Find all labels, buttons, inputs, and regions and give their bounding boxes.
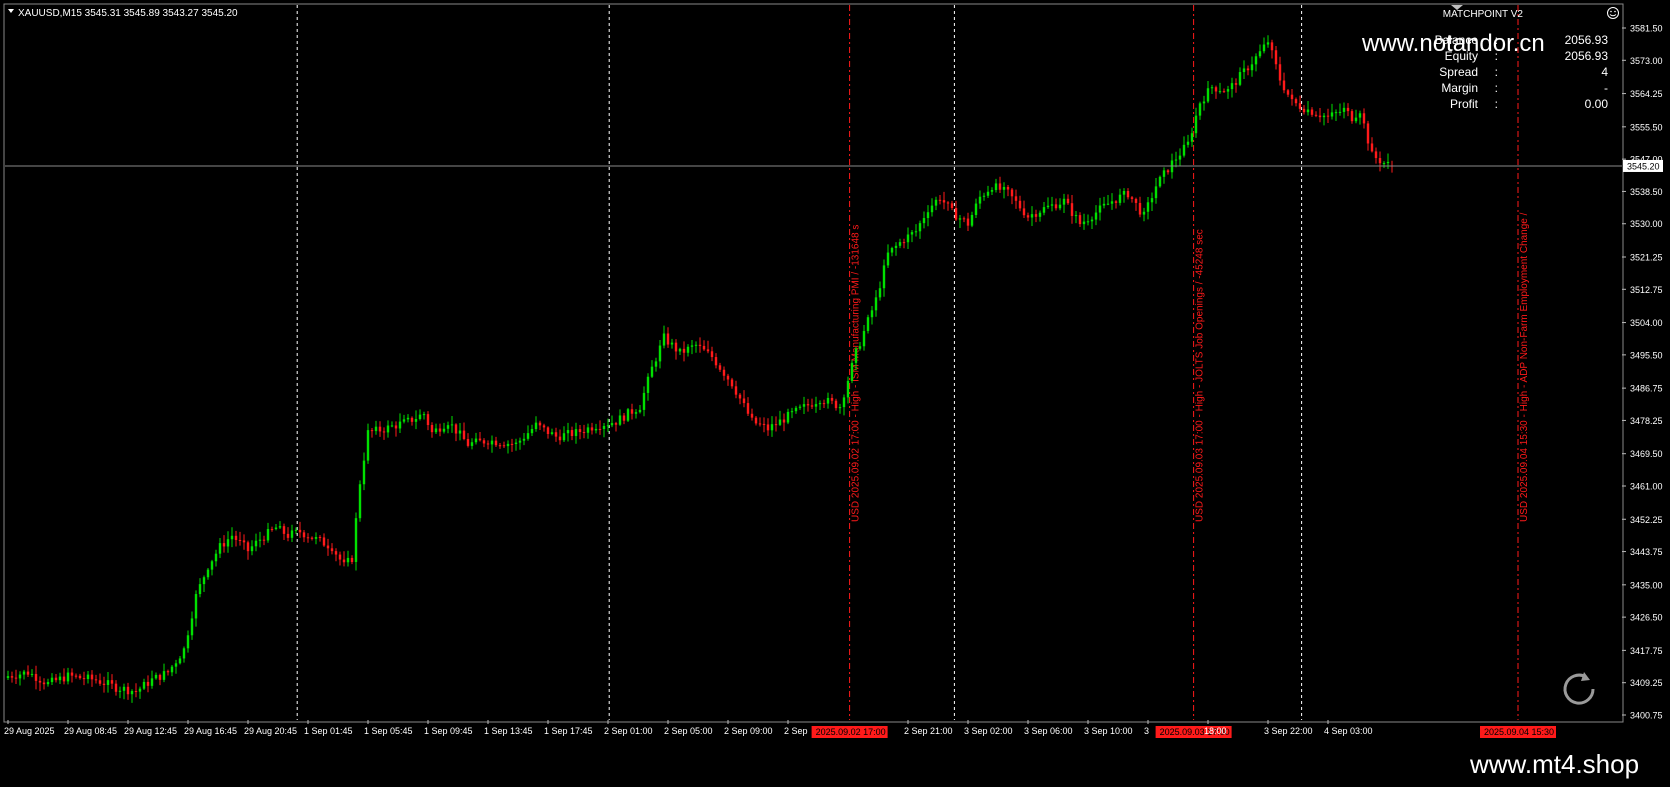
x-tick-label: 3 — [1144, 726, 1149, 736]
y-tick-label: 3555.50 — [1630, 122, 1663, 132]
y-tick-label: 3426.50 — [1630, 613, 1663, 623]
y-tick-label: 3530.00 — [1630, 219, 1663, 229]
y-tick-label: 3538.50 — [1630, 187, 1663, 197]
watermark-top: www.notandor.cn — [1362, 30, 1545, 57]
chart-header-symbol: XAUUSD,M15 3545.31 3545.89 3543.27 3545.… — [18, 8, 238, 19]
y-tick-label: 3478.25 — [1630, 416, 1663, 426]
y-tick-label: 3486.75 — [1630, 384, 1663, 394]
x-tick-label: 18:00 — [1204, 726, 1227, 736]
x-tick-label: 29 Aug 16:45 — [184, 726, 237, 736]
y-tick-label: 3452.25 — [1630, 515, 1663, 525]
y-tick-label: 3469.50 — [1630, 449, 1663, 459]
account-sep: : — [1494, 97, 1498, 111]
candle — [358, 480, 362, 522]
x-tick-label: 3 Sep 06:00 — [1024, 726, 1073, 736]
y-tick-label: 3400.75 — [1630, 711, 1663, 721]
y-tick-label: 3573.00 — [1630, 56, 1663, 66]
x-tick-label: 29 Aug 20:45 — [244, 726, 297, 736]
indicator-name: MATCHPOINT V2 — [1443, 9, 1524, 20]
y-tick-label: 3435.00 — [1630, 580, 1663, 590]
candle — [354, 512, 358, 571]
x-tick-label: 1 Sep 09:45 — [424, 726, 473, 736]
price-chart[interactable]: USD 2025.09.02 17:00 - High - ISM Manufa… — [0, 0, 1670, 787]
x-tick-label: 2 Sep 01:00 — [604, 726, 653, 736]
event-time-label: 2025.09.04 15:30 — [1484, 727, 1554, 737]
candle — [850, 360, 854, 384]
candle — [626, 407, 630, 423]
y-tick-label: 3581.50 — [1630, 24, 1663, 34]
y-tick-label: 3461.00 — [1630, 482, 1663, 492]
account-value: 4 — [1601, 65, 1608, 79]
x-tick-label: 4 Sep 03:00 — [1324, 726, 1373, 736]
x-tick-label: 29 Aug 12:45 — [124, 726, 177, 736]
x-tick-label: 2 Sep 05:00 — [664, 726, 713, 736]
x-tick-label: 1 Sep 01:45 — [304, 726, 353, 736]
x-tick-label: 1 Sep 17:45 — [544, 726, 593, 736]
x-tick-label: 2 Sep — [784, 726, 808, 736]
account-label: Profit — [1449, 97, 1478, 111]
event-label: USD 2025.09.03 17:00 - High - JOLTS Job … — [1195, 229, 1206, 522]
account-label: Spread — [1439, 65, 1478, 79]
event-label: USD 2025.09.04 15:30 - High - ADP Non-Fa… — [1519, 212, 1530, 522]
account-label: Margin — [1441, 81, 1478, 95]
bottom-strip — [0, 746, 1670, 787]
y-tick-label: 3495.50 — [1630, 350, 1663, 360]
y-tick-label: 3417.75 — [1630, 646, 1663, 656]
candle — [1158, 175, 1162, 188]
event-time-label: 2025.09.02 17:00 — [816, 727, 886, 737]
account-value: - — [1604, 81, 1608, 95]
x-tick-label: 2 Sep 09:00 — [724, 726, 773, 736]
current-price-label: 3545.20 — [1627, 161, 1660, 171]
x-tick-label: 29 Aug 2025 — [4, 726, 55, 736]
y-tick-label: 3564.25 — [1630, 89, 1663, 99]
x-tick-label: 3 Sep 02:00 — [964, 726, 1013, 736]
y-tick-label: 3521.25 — [1630, 253, 1663, 263]
watermark-bottom: www.mt4.shop — [1470, 749, 1640, 779]
x-tick-label: 2 Sep 21:00 — [904, 726, 953, 736]
account-value: 0.00 — [1584, 97, 1608, 111]
x-tick-label: 1 Sep 13:45 — [484, 726, 533, 736]
x-tick-label: 3 Sep 10:00 — [1084, 726, 1133, 736]
y-tick-label: 3512.75 — [1630, 285, 1663, 295]
account-sep: : — [1494, 65, 1498, 79]
y-tick-label: 3443.75 — [1630, 547, 1663, 557]
y-tick-label: 3504.00 — [1630, 318, 1663, 328]
x-tick-label: 3 Sep 22:00 — [1264, 726, 1313, 736]
x-tick-label: 1 Sep 05:45 — [364, 726, 413, 736]
y-tick-label: 3409.25 — [1630, 678, 1663, 688]
candle — [866, 314, 870, 334]
account-sep: : — [1494, 81, 1498, 95]
x-tick-label: 29 Aug 08:45 — [64, 726, 117, 736]
